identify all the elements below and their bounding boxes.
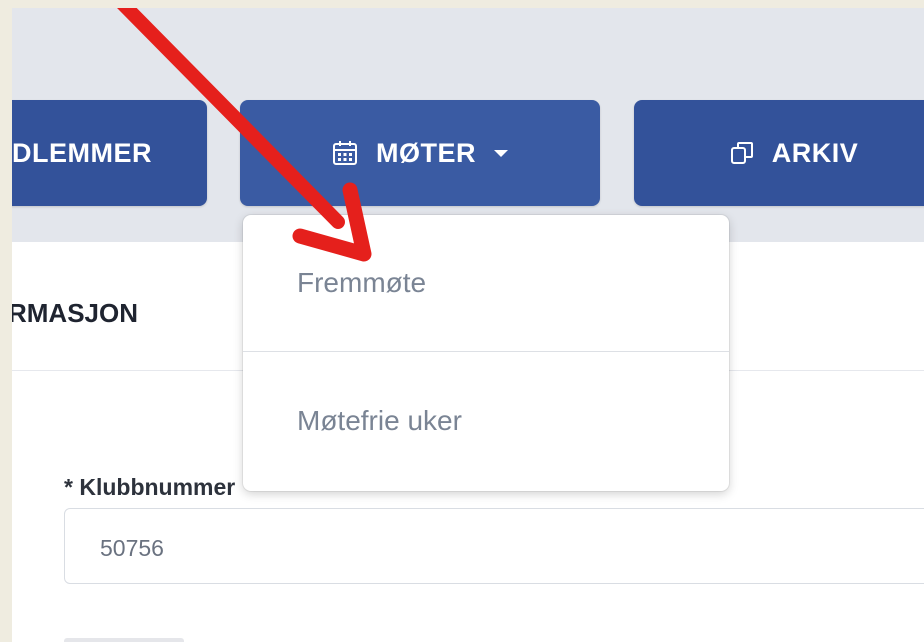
nav-archive-button[interactable]: ARKIV <box>634 100 924 206</box>
menu-item-label: Fremmøte <box>297 266 427 298</box>
nav-meetings-button[interactable]: MØTER <box>240 100 600 206</box>
calendar-icon <box>332 140 358 166</box>
next-field-label <box>64 638 184 642</box>
menu-divider <box>243 351 729 352</box>
menu-item-attendance[interactable]: Fremmøte <box>243 215 729 350</box>
nav-archive-label: ARKIV <box>771 137 859 168</box>
club-number-input[interactable] <box>64 508 924 584</box>
archive-copy-icon <box>730 141 754 165</box>
nav-meetings-label: MØTER <box>376 137 476 168</box>
meetings-dropdown-menu: Fremmøte Møtefrie uker <box>243 215 729 491</box>
nav-members-button[interactable]: DLEMMER <box>12 100 207 206</box>
nav-members-label: DLEMMER <box>12 137 152 168</box>
club-number-label: * Klubbnummer <box>64 474 236 500</box>
menu-item-meeting-free-weeks[interactable]: Møtefrie uker <box>243 353 729 488</box>
club-number-value: 50756 <box>100 535 164 561</box>
menu-item-label: Møtefrie uker <box>297 404 462 436</box>
section-title: RMASJON <box>12 298 139 328</box>
app-window: DLEMMER MØTER ARKIV RMASJON * Klubbnumme… <box>12 8 924 642</box>
caret-down-icon <box>494 149 508 157</box>
